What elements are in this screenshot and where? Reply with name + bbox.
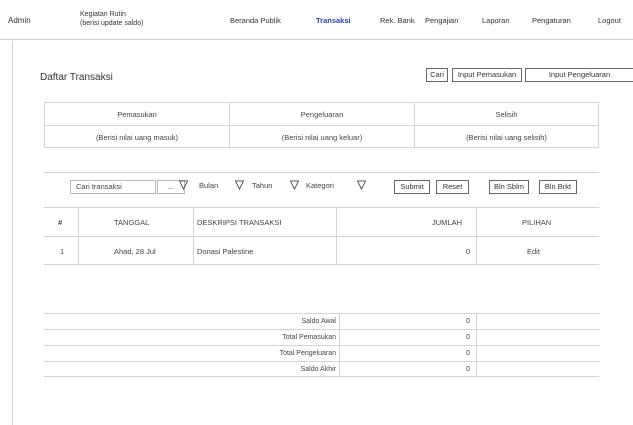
subtitle-line-2: (berisi update saldo)	[80, 20, 144, 27]
col-divider-4	[476, 208, 477, 264]
nav-laporan[interactable]: Laporan	[482, 16, 510, 25]
input-expense-button[interactable]: Input Pengeluaran	[525, 68, 633, 82]
total-income-value: 0	[466, 334, 470, 341]
footer-row-line-3	[44, 361, 599, 362]
nav-pengaturan[interactable]: Pengaturan	[532, 16, 571, 25]
month-filter-icon[interactable]	[235, 180, 244, 190]
summary-header-expense: Pengeluaran	[230, 103, 415, 126]
summary-table: Pemasukan Pengeluaran Selisih (Berisi ni…	[44, 102, 599, 149]
submit-button[interactable]: Submit	[394, 180, 430, 194]
subtitle-line-1: Kegiatan Rutin	[80, 11, 126, 18]
col-divider-1	[78, 208, 79, 264]
reset-button[interactable]: Reset	[436, 180, 469, 194]
footer-row-line-1	[44, 329, 599, 330]
column-header-action: PILIHAN	[522, 218, 552, 227]
page-title: Daftar Transaksi	[40, 72, 113, 83]
column-header-description[interactable]: DESKRIPSI TRANSAKSI	[197, 218, 281, 227]
column-header-amount[interactable]: JUMLAH	[432, 218, 462, 227]
brand-admin[interactable]: Admin	[8, 16, 31, 25]
summary-value-income: (Berisi nilai uang masuk)	[45, 126, 230, 149]
footer-top-border	[44, 313, 599, 314]
nav-beranda-publik[interactable]: Beranda Publik	[230, 16, 281, 25]
row-description: Donasi Palestine	[197, 247, 254, 256]
next-month-button[interactable]: Bln Brkt	[539, 180, 577, 194]
search-transaction-input[interactable]: Cari transaksi	[70, 180, 156, 194]
column-header-date[interactable]: TANGGAL	[114, 218, 149, 227]
col-divider-3	[336, 208, 337, 264]
category-filter-label[interactable]: Kategori	[306, 181, 334, 190]
nav-rek-bank[interactable]: Rek. Bank	[380, 16, 415, 25]
input-income-button[interactable]: Input Pemasukan	[452, 68, 522, 82]
year-filter-icon[interactable]	[290, 180, 299, 190]
nav-transaksi[interactable]: Transaksi	[316, 16, 351, 25]
site-subtitle: Kegiatan Rutin (berisi update saldo)	[80, 10, 143, 28]
search-button[interactable]: Cari	[426, 68, 448, 82]
summary-header-income: Pemasukan	[45, 103, 230, 126]
saldo-awal-value: 0	[466, 318, 470, 325]
column-header-no: #	[58, 218, 63, 227]
filter-icon[interactable]	[179, 180, 188, 190]
saldo-awal-label: Saldo Awal	[301, 318, 336, 325]
footer-bottom-border	[44, 376, 599, 377]
prev-month-button[interactable]: Bln Sblm	[489, 180, 529, 194]
category-filter-icon[interactable]	[357, 180, 366, 190]
top-navbar: Admin Kegiatan Rutin (berisi update sald…	[0, 0, 633, 40]
month-filter-label[interactable]: Bulan	[199, 181, 218, 190]
total-expense-label: Total Pengeluaran	[279, 350, 336, 357]
row-amount: 0	[466, 247, 471, 256]
nav-logout[interactable]: Logout	[598, 16, 621, 25]
col-divider-2	[193, 208, 194, 264]
row-number: 1	[60, 247, 65, 256]
edit-link[interactable]: Edit	[527, 247, 540, 256]
table-header-border	[44, 236, 599, 237]
year-filter-label[interactable]: Tahun	[252, 181, 272, 190]
table-top-border	[44, 207, 599, 208]
saldo-akhir-label: Saldo Akhir	[300, 366, 336, 373]
footer-row-line-2	[44, 345, 599, 346]
table-row-border	[44, 264, 599, 265]
saldo-akhir-value: 0	[466, 366, 470, 373]
total-income-label: Total Pemasukan	[282, 334, 336, 341]
summary-value-expense: (Berisi nilai uang keluar)	[230, 126, 415, 149]
summary-value-difference: (Berisi nilai uang selisih)	[466, 133, 547, 142]
total-expense-value: 0	[466, 350, 470, 357]
nav-pengajian[interactable]: Pengajian	[425, 16, 458, 25]
summary-header-difference: Selisih	[415, 103, 598, 126]
row-date: Ahad, 28 Jul	[114, 247, 156, 256]
